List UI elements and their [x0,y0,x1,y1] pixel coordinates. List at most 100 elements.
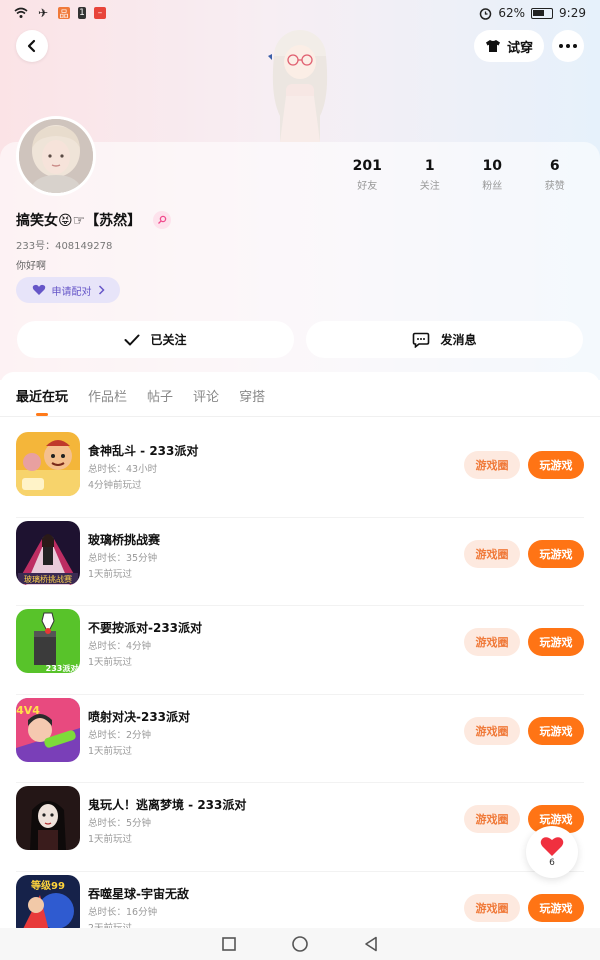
game-duration: 总时长：5分钟 [88,818,152,829]
play-game-button[interactable]: 玩游戏 [528,628,584,656]
game-duration: 总时长：4分钟 [88,641,152,652]
try-on-label: 试穿 [506,40,533,56]
game-title: 玻璃桥挑战赛 [88,532,161,547]
following-label: 已关注 [150,333,187,347]
tab-works[interactable]: 作品栏 [88,386,127,416]
user-nickname: 搞笑女😝☞【苏然】 [16,213,142,229]
send-message-button[interactable]: 发消息 [306,321,583,358]
game-row[interactable]: 玻璃桥挑战赛 玻璃桥挑战赛 总时长：35分钟 1天前玩过 游戏圈 玩游戏 [0,518,600,606]
apply-match-button[interactable]: 申请配对 [16,277,120,303]
recent-games-list: 食神乱斗 - 233派对 总时长：43小时 4分钟前玩过 游戏圈 玩游戏 玻璃桥… [0,429,600,960]
system-navigation-bar [0,928,600,960]
stat-fans[interactable]: 10 粉丝 [461,158,524,192]
female-gender-icon [153,211,172,229]
try-on-button[interactable]: 试穿 [474,30,544,62]
game-duration: 总时长：43小时 [88,464,158,475]
wifi-icon [14,6,28,20]
stat-likes-label: 获赞 [544,181,565,192]
recents-square-icon[interactable] [222,937,236,951]
devour-icon-text: 等级99 [31,879,65,892]
home-circle-icon[interactable] [292,936,308,952]
more-dots-icon [559,44,577,48]
stat-following-value: 1 [424,158,435,174]
play-game-button[interactable]: 玩游戏 [528,539,584,568]
game-title: 不要按派对-233派对 [88,621,203,635]
user-id: 233号：408149278 [16,241,113,252]
tshirt-icon [485,40,500,52]
game-last-played: 1天前玩过 [88,657,133,668]
game-circle-button[interactable]: 游戏圈 [464,805,520,833]
sim-icon: 1 [78,7,86,19]
stat-likes-value: 6 [549,158,560,174]
heart-pair-icon [32,284,45,295]
alarm-icon [478,6,492,20]
game-row[interactable]: 4V4 喷射对决-233派对 总时长：2分钟 1天前玩过 游戏圈 玩游戏 [0,695,600,783]
game-circle-button[interactable]: 游戏圈 [464,539,520,568]
user-nickname-row: 搞笑女😝☞【苏然】 [16,210,172,230]
play-game-button[interactable]: 玩游戏 [528,893,584,922]
like-count: 6 [549,858,555,868]
status-left: ✈ 品 1 – [14,6,106,20]
heart-icon [540,837,564,856]
stat-likes[interactable]: 6 获赞 [524,158,587,192]
airplane-icon: ✈ [37,6,49,20]
stat-friends-label: 好友 [357,181,378,192]
tab-posts[interactable]: 帖子 [147,386,173,416]
tab-recently-played[interactable]: 最近在玩 [16,386,68,416]
stat-friends-value: 201 [352,158,382,174]
checkmark-icon [124,334,140,345]
battery-percent: 62% [498,6,526,20]
following-button[interactable]: 已关注 [17,321,294,358]
game-row[interactable]: 鬼玩人！逃离梦境 - 233派对 总时长：5分钟 1天前玩过 游戏圈 玩游戏 [0,783,600,872]
game-icon-glass-bridge[interactable]: 玻璃桥挑战赛 [16,520,80,585]
game-circle-button[interactable]: 游戏圈 [464,628,520,656]
game-circle-button[interactable]: 游戏圈 [464,716,520,745]
back-button[interactable] [16,30,48,62]
stat-fans-label: 粉丝 [482,181,503,192]
game-last-played: 1天前玩过 [88,568,133,580]
game-title: 食神乱斗 - 233派对 [88,444,199,458]
game-duration: 总时长：2分钟 [88,729,152,741]
user-bio: 你好啊 [16,261,46,272]
send-message-label: 发消息 [440,333,477,347]
game-duration: 总时长：16分钟 [88,906,158,918]
red-app-icon: – [94,7,106,19]
chat-bubble-icon [413,332,430,348]
game-last-played: 4分钟前玩过 [88,480,142,491]
chevron-left-icon [27,39,36,53]
apply-match-label: 申请配对 [51,286,92,298]
battery-icon [531,7,554,19]
game-icon-food-fight[interactable] [16,432,80,496]
tab-comments[interactable]: 评论 [193,386,219,416]
user-avatar[interactable] [16,116,96,196]
glass-bridge-icon-text: 玻璃桥挑战赛 [24,574,72,584]
game-circle-button[interactable]: 游戏圈 [464,893,520,922]
game-icon-jet-duel[interactable]: 4V4 [16,697,80,762]
status-right: 62% 9:29 [478,6,586,20]
game-title: 鬼玩人！逃离梦境 - 233派对 [88,798,247,812]
game-title: 吞噬星球-宇宙无敌 [88,886,189,901]
tab-outfits[interactable]: 穿搭 [239,386,265,416]
play-game-button[interactable]: 玩游戏 [528,451,584,479]
more-options-button[interactable] [552,30,584,62]
game-row[interactable]: 食神乱斗 - 233派对 总时长：43小时 4分钟前玩过 游戏圈 玩游戏 [0,429,600,518]
game-row[interactable]: 233派对 不要按派对-233派对 总时长：4分钟 1天前玩过 游戏圈 玩游戏 [0,606,600,695]
avatar-figure[interactable] [250,26,350,142]
game-icon-dont-press[interactable]: 233派对 [16,609,80,673]
clock-time: 9:29 [559,6,586,20]
dont-press-icon-text: 233派对 [46,663,79,673]
game-duration: 总时长：35分钟 [88,552,158,564]
game-icon-evil-player[interactable] [16,786,80,850]
game-last-played: 1天前玩过 [88,745,133,757]
content-panel: 最近在玩 作品栏 帖子 评论 穿搭 食神乱斗 - 233派对 总时长：43小时 … [0,372,600,960]
chevron-right-icon [98,285,105,295]
floating-like-button[interactable]: 6 [526,826,578,878]
stat-following[interactable]: 1 关注 [399,158,462,192]
play-game-button[interactable]: 玩游戏 [528,716,584,745]
stat-fans-value: 10 [482,158,502,174]
stat-friends[interactable]: 201 好友 [336,158,399,192]
game-circle-button[interactable]: 游戏圈 [464,451,520,479]
app-notification-icon: 品 [58,7,70,20]
status-bar: ✈ 品 1 – 62% 9:29 [0,0,600,26]
back-triangle-icon[interactable] [364,936,378,952]
